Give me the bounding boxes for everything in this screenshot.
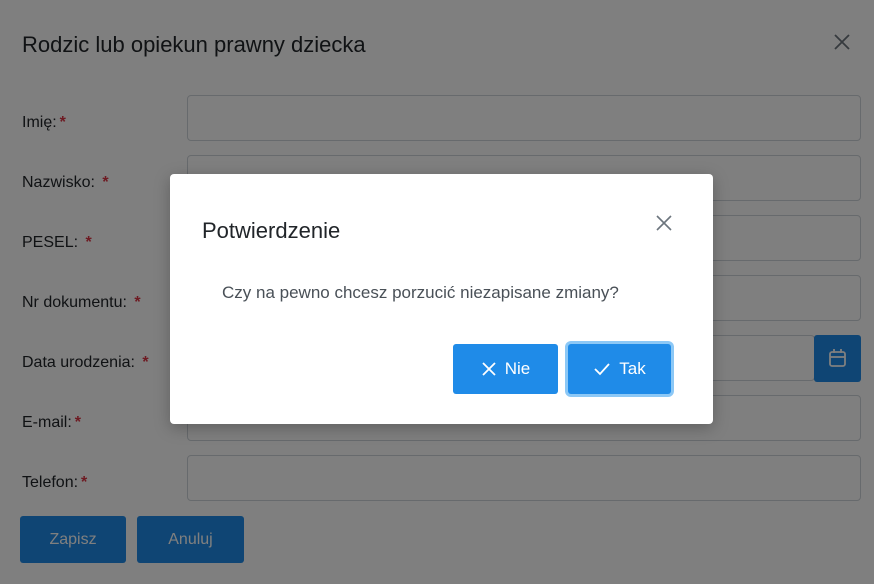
close-icon[interactable]: [654, 213, 674, 233]
yes-button[interactable]: Tak: [568, 344, 671, 394]
check-icon: [594, 363, 610, 376]
confirmation-dialog: Potwierdzenie Czy na pewno chcesz porzuc…: [170, 174, 713, 424]
x-icon: [482, 362, 496, 376]
dialog-title: Potwierdzenie: [202, 218, 341, 243]
dialog-message: Czy na pewno chcesz porzucić niezapisane…: [222, 283, 619, 302]
yes-button-label: Tak: [619, 359, 646, 378]
no-button-label: Nie: [504, 359, 531, 378]
no-button[interactable]: Nie: [453, 344, 558, 394]
